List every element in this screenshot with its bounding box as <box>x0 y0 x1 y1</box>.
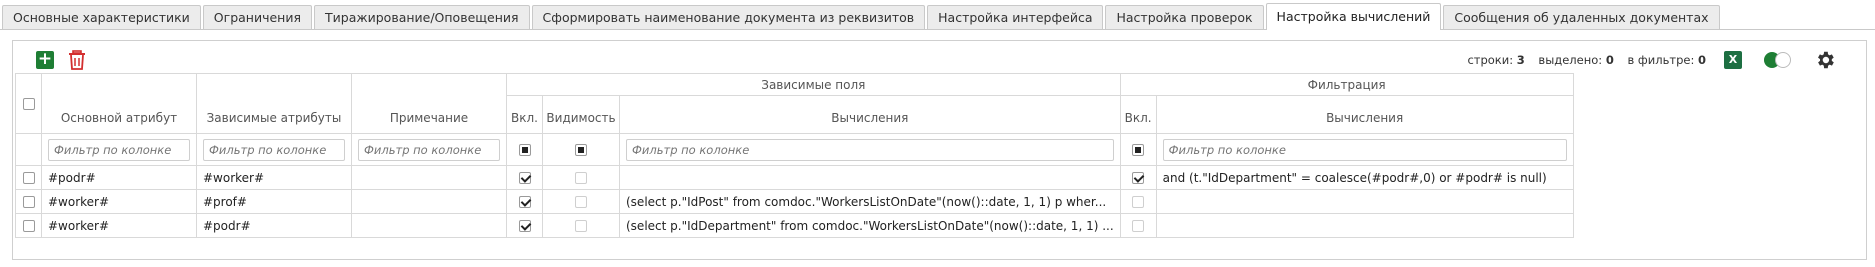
toggle-knob <box>1775 52 1791 68</box>
tab-interface-settings[interactable]: Настройка интерфейса <box>927 5 1104 30</box>
col-enabled[interactable]: Вкл. <box>506 95 543 134</box>
col-main-attr[interactable]: Основной атрибут <box>41 73 197 134</box>
filtered-count: 0 <box>1697 53 1706 67</box>
trash-icon <box>69 50 85 70</box>
row-select-checkbox[interactable] <box>22 172 35 184</box>
filter-main-attr-input[interactable] <box>48 138 190 161</box>
cell-note <box>351 165 507 190</box>
visibility-checkbox[interactable] <box>575 196 587 208</box>
enabled-checkbox[interactable] <box>518 172 531 184</box>
group-filtering: Фильтрация <box>1119 73 1574 96</box>
cell-filter-calc <box>1155 189 1574 214</box>
selected-label: выделено: <box>1538 53 1603 67</box>
cell-dep-attrs: #prof# <box>196 189 352 214</box>
col-filter-calc[interactable]: Вычисления <box>1155 95 1574 134</box>
selected-count: 0 <box>1605 53 1614 67</box>
tab-form-document-name[interactable]: Сформировать наименование документа из р… <box>531 5 926 30</box>
plus-icon: + <box>37 49 53 69</box>
cell-note <box>351 213 507 238</box>
filter-enabled-row-checkbox[interactable] <box>1132 220 1145 232</box>
export-excel-button[interactable]: X <box>1724 51 1742 69</box>
filter-filter-enabled-checkbox[interactable] <box>1132 144 1145 156</box>
tab-deleted-documents-messages[interactable]: Сообщения об удаленных документах <box>1443 5 1720 30</box>
filter-cell-empty <box>15 133 42 166</box>
filtered-label: в фильтре: <box>1627 53 1695 67</box>
filter-enabled-row-checkbox[interactable] <box>1132 196 1145 208</box>
row-select-checkbox[interactable] <box>22 220 35 232</box>
gear-icon[interactable] <box>1814 49 1836 71</box>
cell-main-attr: #worker# <box>41 213 197 238</box>
col-dep-attrs[interactable]: Зависимые атрибуты <box>196 73 352 134</box>
filter-calc-input[interactable] <box>626 138 1114 161</box>
tab-check-settings[interactable]: Настройка проверок <box>1105 5 1264 30</box>
tab-divider <box>0 29 1875 30</box>
tab-bar: Основные характеристики Ограничения Тира… <box>2 3 1722 30</box>
view-toggle[interactable] <box>1764 52 1791 68</box>
filter-enabled-checkbox[interactable] <box>518 144 531 156</box>
filter-enabled-row-checkbox[interactable] <box>1132 172 1145 184</box>
cell-dep-attrs: #podr# <box>196 213 352 238</box>
visibility-checkbox[interactable] <box>575 172 587 184</box>
cell-filter-calc: and (t."IdDepartment" = coalesce(#podr#,… <box>1155 165 1574 190</box>
delete-row-button[interactable] <box>68 50 86 70</box>
filter-note-input[interactable] <box>358 138 500 161</box>
table-row[interactable]: #podr# #worker# and (t."IdDepartment" = … <box>15 165 1574 190</box>
col-visibility[interactable]: Видимость <box>542 95 620 134</box>
calculation-settings-panel: + строки: 3 выделено: 0 в фильтре: 0 X О… <box>12 40 1867 260</box>
group-dependent-fields: Зависимые поля <box>506 73 1121 96</box>
row-stats: строки: 3 выделено: 0 в фильтре: 0 <box>1467 53 1706 67</box>
col-filter-enabled[interactable]: Вкл. <box>1119 95 1157 134</box>
filter-visibility-checkbox[interactable] <box>575 144 587 156</box>
tab-main-characteristics[interactable]: Основные характеристики <box>2 5 201 30</box>
col-note[interactable]: Примечание <box>351 73 507 134</box>
add-row-button[interactable]: + <box>36 51 54 69</box>
enabled-checkbox[interactable] <box>518 220 531 232</box>
rows-label: строки: <box>1467 53 1514 67</box>
select-all-header <box>15 73 42 134</box>
cell-calc <box>619 165 1121 190</box>
cell-main-attr: #worker# <box>41 189 197 214</box>
visibility-checkbox[interactable] <box>575 220 587 232</box>
filter-dep-attrs-input[interactable] <box>203 138 345 161</box>
col-calc[interactable]: Вычисления <box>619 95 1121 134</box>
cell-calc: (select p."IdDepartment" from comdoc."Wo… <box>619 213 1121 238</box>
filter-row <box>15 133 1574 166</box>
tab-replication-notifications[interactable]: Тиражирование/Оповещения <box>314 5 530 30</box>
cell-dep-attrs: #worker# <box>196 165 352 190</box>
cell-filter-calc <box>1155 213 1574 238</box>
enabled-checkbox[interactable] <box>518 196 531 208</box>
rows-count: 3 <box>1516 53 1525 67</box>
row-select-checkbox[interactable] <box>22 196 35 208</box>
select-all-checkbox[interactable] <box>22 98 35 110</box>
cell-note <box>351 189 507 214</box>
table-row[interactable]: #worker# #podr# (select p."IdDepartment"… <box>15 213 1574 238</box>
table-row[interactable]: #worker# #prof# (select p."IdPost" from … <box>15 189 1574 214</box>
cell-calc: (select p."IdPost" from comdoc."WorkersL… <box>619 189 1121 214</box>
calculations-table: Основной атрибут Зависимые атрибуты Прим… <box>15 73 1574 238</box>
cell-main-attr: #podr# <box>41 165 197 190</box>
filter-filter-calc-input[interactable] <box>1162 138 1567 161</box>
tab-restrictions[interactable]: Ограничения <box>202 5 312 30</box>
tab-calculation-settings[interactable]: Настройка вычислений <box>1265 3 1442 30</box>
